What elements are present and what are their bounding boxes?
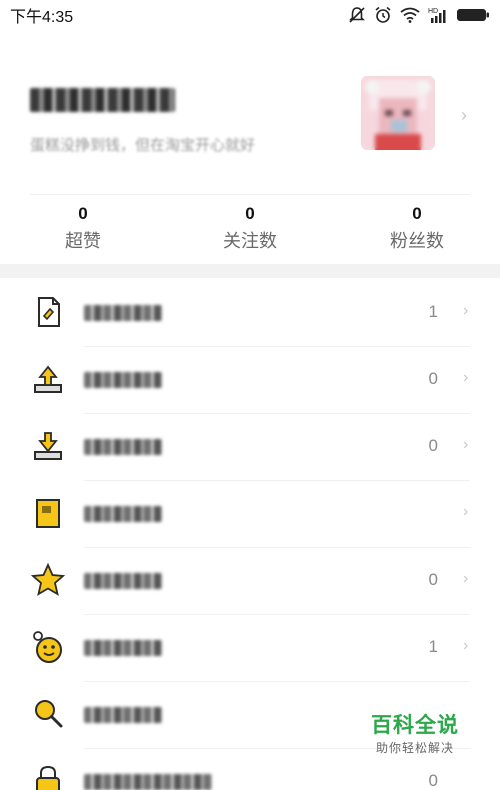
menu-label-blurred	[84, 305, 162, 321]
status-bar: 下午4:35 HD	[0, 0, 500, 30]
upload-icon	[34, 365, 62, 393]
stat-followers-value: 0	[412, 204, 422, 223]
menu-count: 0	[428, 369, 438, 388]
document-icon	[38, 297, 60, 327]
menu-item-6[interactable]: 1 ›	[0, 615, 500, 682]
hd-signal-icon: HD	[428, 8, 446, 23]
menu-item-3[interactable]: 0 ›	[0, 414, 500, 481]
menu-item-2[interactable]: 0 ›	[0, 347, 500, 414]
menu-label-blurred	[84, 640, 162, 656]
stat-likes-value: 0	[78, 204, 88, 223]
profile-username-blurred	[30, 88, 175, 112]
section-gap	[0, 264, 500, 278]
stat-followers[interactable]: 0 粉丝数	[357, 204, 477, 252]
menu-count: 0	[428, 570, 438, 589]
alarm-icon	[375, 6, 391, 23]
profile-divider	[30, 194, 470, 195]
chevron-right-icon: ›	[463, 503, 469, 520]
chevron-right-icon: ›	[463, 302, 469, 319]
chevron-right-icon: ›	[463, 436, 469, 453]
watermark-subtitle: 助你轻松解决	[375, 741, 454, 755]
menu-label-blurred	[84, 506, 162, 522]
watermark-title: 百科全说	[371, 713, 459, 737]
status-time: 下午4:35	[10, 9, 74, 26]
watermark-logo: 百科全说 助你轻松解决	[350, 712, 480, 768]
stat-likes-label: 超赞	[65, 231, 101, 251]
stat-following-label: 关注数	[223, 231, 277, 251]
menu-label-blurred	[84, 372, 162, 388]
smile-badge-icon	[33, 631, 62, 663]
menu-count: 1	[428, 637, 438, 656]
menu-count: 1	[428, 302, 438, 321]
stat-following-value: 0	[245, 204, 255, 223]
avatar[interactable]	[361, 76, 435, 150]
profile-bio: 蛋糕没挣到钱，但在淘宝开心就好	[30, 137, 256, 154]
star-icon	[30, 562, 66, 596]
menu-label-blurred	[84, 439, 162, 455]
profile-chevron-right-icon: ›	[461, 105, 467, 125]
menu-count: 0	[428, 436, 438, 455]
chevron-right-icon: ›	[463, 369, 469, 386]
menu-label-blurred	[84, 707, 162, 723]
download-icon	[34, 432, 62, 460]
notification-muted-icon	[349, 7, 365, 23]
stat-followers-label: 粉丝数	[390, 231, 444, 251]
menu-item-4[interactable]: ›	[0, 481, 500, 548]
chevron-right-icon: ›	[463, 637, 469, 654]
stats-row: 0 超赞 0 关注数 0 粉丝数	[0, 200, 500, 260]
menu-item-5[interactable]: 0 ›	[0, 548, 500, 615]
status-icons: HD	[348, 6, 490, 24]
menu-count: 0	[428, 771, 438, 790]
wifi-icon	[400, 7, 420, 23]
stat-following[interactable]: 0 关注数	[190, 204, 310, 252]
lock-icon	[36, 765, 60, 790]
chevron-right-icon: ›	[463, 570, 469, 587]
stat-likes[interactable]: 0 超赞	[23, 204, 143, 252]
menu-label-blurred	[84, 573, 162, 589]
profile-header[interactable]: 蛋糕没挣到钱，但在淘宝开心就好 ›	[0, 60, 500, 190]
menu-item-1[interactable]: 1 ›	[0, 280, 500, 347]
battery-icon	[457, 9, 489, 21]
svg-text:HD: HD	[428, 8, 438, 15]
card-icon	[36, 499, 60, 528]
search-icon	[35, 700, 63, 728]
menu-label-blurred	[84, 774, 212, 790]
